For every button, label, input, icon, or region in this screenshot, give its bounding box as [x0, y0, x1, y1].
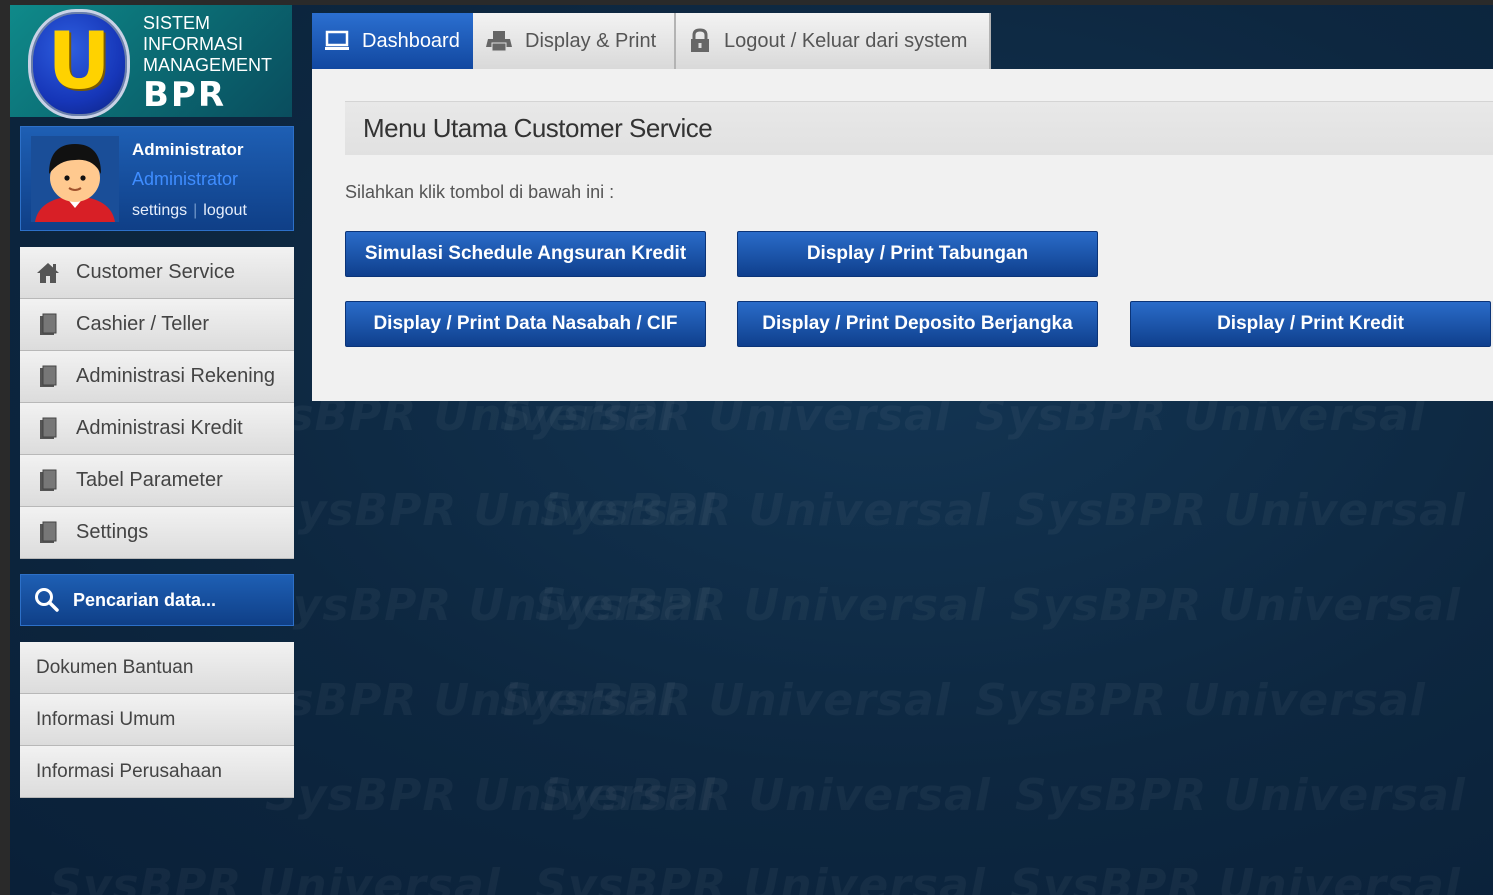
display-print-kredit-button[interactable]: Display / Print Kredit — [1130, 301, 1491, 347]
document-icon — [20, 313, 76, 337]
printer-icon — [485, 29, 513, 53]
user-name: Administrator — [132, 140, 244, 159]
tab-label: Dashboard — [362, 29, 460, 52]
tab-dashboard[interactable]: Dashboard — [312, 13, 473, 69]
search-button[interactable]: Pencarian data... — [20, 574, 294, 626]
main-panel: Menu Utama Customer Service Silahkan kli… — [312, 69, 1493, 401]
sidebar-item-administrasi-kredit[interactable]: Administrasi Kredit — [20, 403, 294, 455]
logo-caption: SISTEM INFORMASI MANAGEMENT — [143, 13, 272, 76]
watermark-text: SysBPR Universal — [265, 770, 716, 821]
sidebar-item-informasi-perusahaan[interactable]: Informasi Perusahaan — [20, 746, 294, 798]
logo-line: SISTEM — [143, 13, 211, 33]
watermark-text: SysBPR Universal — [1015, 770, 1466, 821]
tab-label: Logout / Keluar dari system — [724, 29, 968, 52]
watermark-text: SysBPR Universal — [1010, 860, 1461, 895]
simulasi-schedule-angsuran-kredit-button[interactable]: Simulasi Schedule Angsuran Kredit — [345, 231, 706, 277]
user-role: Administrator — [132, 169, 239, 189]
sidebar-item-label: Cashier / Teller — [76, 313, 210, 335]
display-print-tabungan-button[interactable]: Display / Print Tabungan — [737, 231, 1098, 277]
watermark-text: SysBPR Universal — [1015, 485, 1466, 536]
sidebar-item-label: Settings — [76, 521, 149, 543]
sidebar-item-label: Customer Service — [76, 261, 235, 283]
sidebar-item-label: Administrasi Rekening — [76, 365, 275, 387]
sidebar-item-label: Administrasi Kredit — [76, 417, 243, 439]
logo-line: MANAGEMENT — [143, 55, 273, 75]
sidebar-item-customer-service[interactable]: Customer Service — [20, 247, 294, 299]
watermark-text: SysBPR Universal — [265, 485, 716, 536]
sidebar-item-dokumen-bantuan[interactable]: Dokumen Bantuan — [20, 642, 294, 694]
top-tabs: Dashboard Display & Print Logout / Kelua… — [312, 13, 991, 69]
user-panel: Administrator Administrator settings | log… — [20, 126, 294, 231]
tab-label: Display & Print — [525, 29, 657, 52]
watermark-text: SysBPR Universal — [535, 580, 986, 631]
sidebar-item-informasi-umum[interactable]: Informasi Umum — [20, 694, 294, 746]
logo-emblem: U — [28, 9, 130, 119]
logo-brand: BPR — [143, 75, 227, 115]
monitor-icon — [324, 30, 350, 52]
info-menu: Dokumen Bantuan Informasi Umum Informasi… — [20, 642, 294, 798]
home-icon — [20, 261, 76, 285]
document-icon — [20, 469, 76, 493]
document-icon — [20, 521, 76, 545]
lock-icon — [688, 28, 712, 54]
page-title: Menu Utama Customer Service — [345, 101, 1493, 155]
document-icon — [20, 417, 76, 441]
sidebar-item-settings[interactable]: Settings — [20, 507, 294, 559]
instruction-text: Silahkan klik tombol di bawah ini : — [345, 182, 615, 202]
watermark-text: SysBPR Universal — [500, 675, 951, 726]
app-window: SysBPR Universal SysBPR Universal SysBPR… — [10, 5, 1493, 895]
watermark-text: SysBPR Universal — [1010, 580, 1461, 631]
watermark-text: SysBPR Universal — [50, 860, 501, 895]
sidebar-item-cashier-teller[interactable]: Cashier / Teller — [20, 299, 294, 351]
user-links: settings | logout — [132, 202, 247, 220]
watermark-text: SysBPR Universal — [975, 675, 1426, 726]
user-logout-link[interactable]: logout — [203, 202, 247, 219]
sidebar-item-administrasi-rekening[interactable]: Administrasi Rekening — [20, 351, 294, 403]
logo-letter: U — [47, 17, 111, 107]
display-print-data-nasabah-button[interactable]: Display / Print Data Nasabah / CIF — [345, 301, 706, 347]
avatar — [31, 136, 119, 222]
watermark-text: SysBPR Universal — [535, 860, 986, 895]
sidebar-item-tabel-parameter[interactable]: Tabel Parameter — [20, 455, 294, 507]
sidebar-menu: Customer Service Cashier / Teller Admini… — [20, 247, 294, 559]
logo-line: INFORMASI — [143, 34, 244, 54]
watermark-text: SysBPR Universal — [540, 770, 991, 821]
tab-display-print[interactable]: Display & Print — [473, 13, 676, 69]
user-settings-link[interactable]: settings — [132, 202, 187, 219]
watermark-text: SysBPR Universal — [540, 485, 991, 536]
document-icon — [20, 365, 76, 389]
search-label: Pencarian data... — [73, 589, 217, 610]
tab-logout[interactable]: Logout / Keluar dari system — [676, 13, 991, 69]
link-separator: | — [193, 202, 198, 219]
search-icon — [21, 587, 73, 613]
app-logo: U SISTEM INFORMASI MANAGEMENT BPR — [10, 5, 292, 119]
watermark-text: SysBPR Universal — [260, 580, 711, 631]
sidebar-item-label: Tabel Parameter — [76, 469, 223, 491]
display-print-deposito-berjangka-button[interactable]: Display / Print Deposito Berjangka — [737, 301, 1098, 347]
